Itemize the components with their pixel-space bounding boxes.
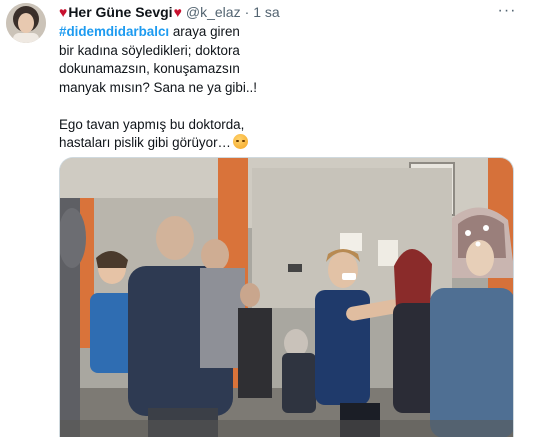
- text-segment: hastaları pislik gibi görüyor…: [59, 135, 231, 150]
- separator-dot: ·: [244, 4, 250, 20]
- more-icon: ···: [497, 2, 517, 19]
- tweet-header: ♥ Her Güne Sevgi ♥ @k_elaz · 1 sa: [59, 3, 280, 21]
- heart-icon: ♥: [59, 4, 68, 20]
- text-line: Ego tavan yapmış bu doktorda,: [59, 116, 245, 132]
- hashtag-link[interactable]: #didemdidarbalcı: [59, 24, 169, 39]
- text-line: hastaları pislik gibi görüyor…: [59, 134, 359, 153]
- tweet-media-video[interactable]: [59, 157, 514, 437]
- tweet-text: #didemdidarbalcı araya giren bir kadına …: [59, 23, 359, 153]
- display-name[interactable]: Her Güne Sevgi: [68, 4, 172, 20]
- user-handle[interactable]: @k_elaz: [186, 4, 241, 20]
- disappointed-face-icon: [232, 134, 248, 149]
- avatar[interactable]: [6, 3, 46, 43]
- tweet: ♥ Her Güne Sevgi ♥ @k_elaz · 1 sa ··· #d…: [0, 0, 533, 437]
- text-line: #didemdidarbalcı araya giren: [59, 23, 359, 42]
- more-options-button[interactable]: ···: [496, 2, 518, 20]
- text-line: bir kadına söyledikleri; doktora: [59, 42, 240, 58]
- video-frame: [60, 158, 513, 437]
- text-line: manyak mısın? Sana ne ya gibi..!: [59, 79, 257, 95]
- timestamp[interactable]: 1 sa: [253, 4, 279, 20]
- avatar-image: [6, 3, 46, 43]
- text-line: dokunamazsın, konuşamazsın: [59, 61, 240, 76]
- heart-icon: ♥: [173, 4, 182, 20]
- text-segment: araya giren: [169, 24, 240, 39]
